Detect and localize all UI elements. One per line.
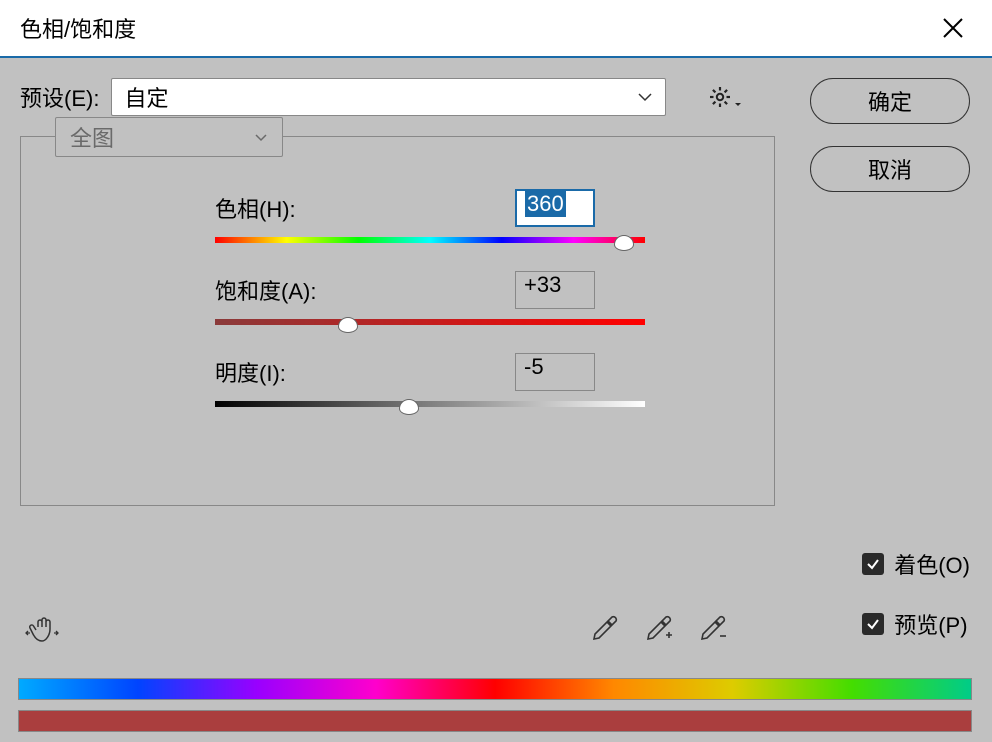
saturation-slider-handle[interactable] <box>338 317 358 333</box>
preset-select[interactable]: 自定 <box>111 78 666 116</box>
preset-value: 自定 <box>124 81 168 113</box>
hue-slider[interactable] <box>215 237 645 243</box>
lightness-input[interactable]: -5 <box>515 353 595 391</box>
preset-label: 预设(E): <box>20 81 99 113</box>
spectrum-bar-result <box>18 710 972 732</box>
lightness-slider-handle[interactable] <box>399 399 419 415</box>
eyedropper-plus-icon[interactable] <box>644 613 674 643</box>
colorize-label: 着色(O) <box>894 548 970 580</box>
action-buttons: 确定 取消 <box>810 78 970 192</box>
hue-label: 色相(H): <box>215 192 395 224</box>
hue-slider-handle[interactable] <box>614 235 634 251</box>
saturation-row: 饱和度(A): +33 <box>215 271 750 309</box>
chevron-down-icon <box>637 92 653 102</box>
close-icon[interactable] <box>934 9 972 47</box>
lightness-slider[interactable] <box>215 401 645 407</box>
checkbox-checked-icon <box>862 553 884 575</box>
checkbox-checked-icon <box>862 613 884 635</box>
ok-button[interactable]: 确定 <box>810 78 970 124</box>
hue-row: 色相(H): 360 <box>215 189 750 227</box>
gear-icon <box>708 85 732 109</box>
saturation-input[interactable]: +33 <box>515 271 595 309</box>
scrubby-hand-tool[interactable] <box>24 613 62 651</box>
chevron-down-icon <box>254 133 268 142</box>
lightness-label: 明度(I): <box>215 356 395 388</box>
eyedropper-tools <box>590 613 728 643</box>
eyedropper-icon[interactable] <box>590 613 620 643</box>
preview-checkbox[interactable]: 预览(P) <box>862 608 970 640</box>
chevron-down-icon <box>734 88 742 106</box>
slider-group: 色相(H): 360 饱和度(A): +33 明度(I): -5 <box>215 189 750 407</box>
preset-options-button[interactable] <box>708 85 742 109</box>
cancel-button[interactable]: 取消 <box>810 146 970 192</box>
dialog-content: 预设(E): 自定 确定 取消 全图 色相( <box>0 58 992 526</box>
titlebar: 色相/饱和度 <box>0 0 992 58</box>
hue-input[interactable]: 360 <box>515 189 595 227</box>
scope-select[interactable]: 全图 <box>55 117 283 157</box>
options-checkboxes: 着色(O) 预览(P) <box>862 548 970 640</box>
color-spectrum-bars <box>18 678 972 742</box>
lightness-row: 明度(I): -5 <box>215 353 750 391</box>
adjustment-panel: 全图 色相(H): 360 饱和度(A): +33 明度(I): - <box>20 136 775 506</box>
preview-label: 预览(P) <box>894 608 967 640</box>
saturation-slider[interactable] <box>215 319 645 325</box>
eyedropper-minus-icon[interactable] <box>698 613 728 643</box>
scope-value: 全图 <box>70 121 114 153</box>
spectrum-bar-source <box>18 678 972 700</box>
dialog-title: 色相/饱和度 <box>20 12 136 44</box>
colorize-checkbox[interactable]: 着色(O) <box>862 548 970 580</box>
saturation-label: 饱和度(A): <box>215 274 395 306</box>
